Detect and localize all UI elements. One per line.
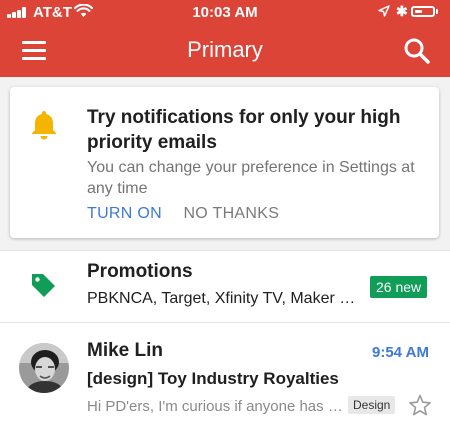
category-senders: PBKNCA, Target, Xfinity TV, Maker F... [87,290,357,307]
email-preview: Hi PD'ers, I'm curious if anyone has e..… [87,398,345,415]
category-row-promotions[interactable]: Promotions PBKNCA, Target, Xfinity TV, M… [0,250,450,322]
email-sender: Mike Lin [87,340,164,361]
no-thanks-button[interactable]: NO THANKS [183,205,279,222]
app-header: AT&T 10:03 AM ✱ Primary [0,0,450,77]
new-count-badge: 26 new [370,276,428,298]
category-title: Promotions [87,261,193,282]
promo-card-actions: TURN ON NO THANKS [87,205,279,223]
location-arrow-icon [378,5,390,17]
email-subject: [design] Toy Industry Royalties [87,369,339,388]
bell-icon [32,111,56,140]
promo-card-title: Try notifications for only your high pri… [87,107,401,153]
star-icon[interactable] [408,394,432,417]
notification-promo-card: Try notifications for only your high pri… [10,87,439,238]
bluetooth-icon: ✱ [396,3,408,19]
battery-icon [411,6,435,17]
page-title: Primary [187,37,263,62]
tag-icon [32,274,55,297]
email-time: 9:54 AM [372,344,429,361]
status-bar: AT&T 10:03 AM ✱ [0,0,450,26]
search-icon[interactable] [403,37,431,65]
turn-on-button[interactable]: TURN ON [87,205,162,222]
promo-card-body: You can change your preference in Settin… [87,159,415,197]
email-row[interactable]: Mike Lin 9:54 AM [design] Toy Industry R… [0,322,450,425]
email-label-chip[interactable]: Design [348,396,396,414]
battery-tip [436,9,438,14]
avatar [19,343,69,393]
